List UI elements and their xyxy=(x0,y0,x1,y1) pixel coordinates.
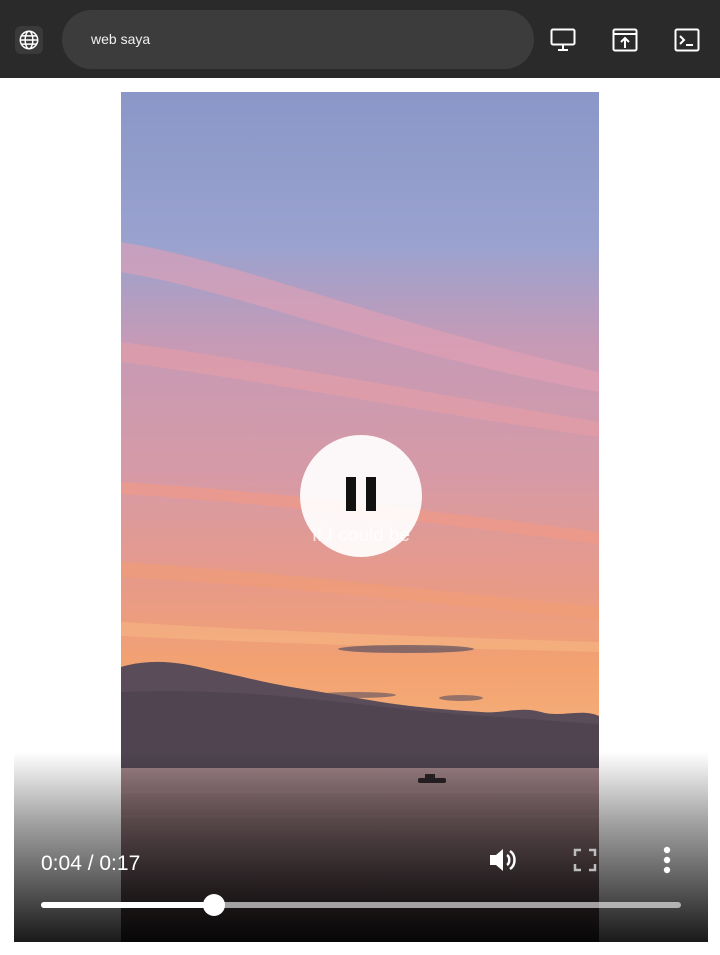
volume-icon[interactable] xyxy=(487,844,519,876)
progress-fill xyxy=(41,902,214,908)
desktop-icon[interactable] xyxy=(549,26,577,54)
progress-thumb[interactable] xyxy=(202,894,225,916)
progress-bar[interactable] xyxy=(41,894,681,916)
fullscreen-icon[interactable] xyxy=(569,844,601,876)
pause-button[interactable] xyxy=(300,435,422,557)
address-text: web saya xyxy=(91,31,151,47)
browser-toolbar: web saya xyxy=(0,0,720,78)
video-player[interactable]: If I could be 0:04 / 0:17 xyxy=(14,92,708,942)
controls-gradient xyxy=(14,752,708,942)
terminal-icon[interactable] xyxy=(673,26,701,54)
globe-icon[interactable] xyxy=(15,26,43,54)
time-display: 0:04 / 0:17 xyxy=(41,852,141,875)
open-in-new-icon[interactable] xyxy=(611,26,639,54)
pause-icon xyxy=(344,475,378,518)
address-bar[interactable]: web saya xyxy=(62,10,534,69)
more-options-icon[interactable] xyxy=(651,844,683,876)
